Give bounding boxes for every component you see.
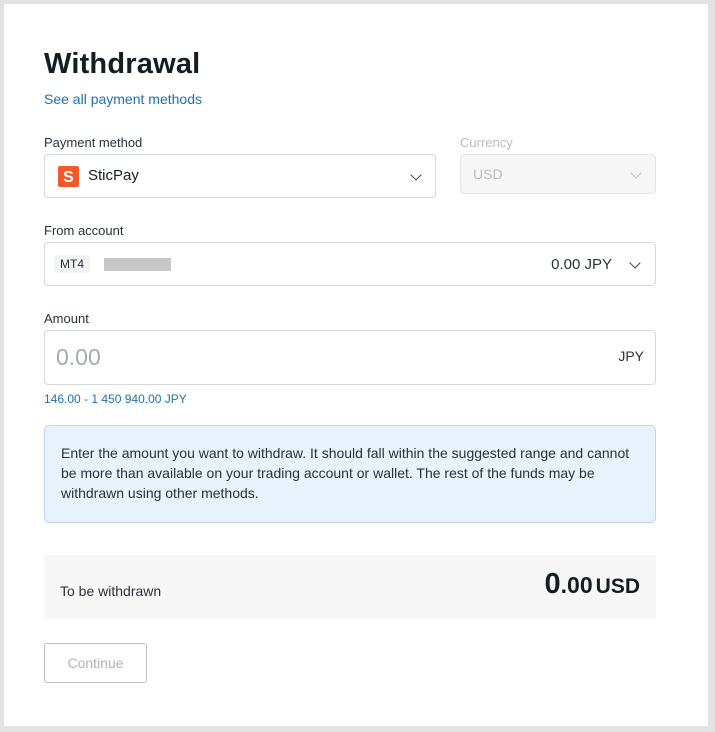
- svg-text:S: S: [63, 169, 74, 186]
- chevron-down-icon: [629, 257, 641, 269]
- platform-badge: MT4: [54, 255, 90, 273]
- continue-button[interactable]: Continue: [44, 643, 147, 683]
- payment-method-select[interactable]: S SticPay: [44, 154, 436, 198]
- from-account-select[interactable]: MT4 0.00 JPY: [44, 242, 656, 286]
- currency-value: USD: [473, 166, 503, 182]
- amount-label: Amount: [44, 311, 89, 326]
- chevron-down-icon: [630, 167, 642, 179]
- from-account-label: From account: [44, 223, 124, 238]
- amount-decimal: .00: [560, 572, 593, 598]
- withdrawal-summary: To be withdrawn 0.00 USD: [44, 555, 656, 619]
- payment-method-value: SticPay: [88, 167, 139, 184]
- amount-input[interactable]: 0.00 JPY: [44, 330, 656, 385]
- payment-method-label: Payment method: [44, 135, 143, 150]
- info-message: Enter the amount you want to withdraw. I…: [44, 425, 656, 523]
- chevron-down-icon: [410, 169, 422, 181]
- currency-select[interactable]: USD: [460, 154, 656, 194]
- withdrawal-card: Withdrawal See all payment methods Payme…: [4, 4, 708, 726]
- page-title: Withdrawal: [44, 48, 201, 80]
- to-be-withdrawn-amount: 0.00 USD: [545, 568, 640, 601]
- amount-currency: USD: [595, 575, 640, 598]
- see-all-payment-methods-link[interactable]: See all payment methods: [44, 91, 202, 107]
- amount-integer: 0: [544, 568, 561, 600]
- currency-label: Currency: [460, 135, 513, 150]
- amount-placeholder: 0.00: [56, 344, 101, 370]
- account-number-redacted: [104, 258, 171, 271]
- amount-currency-unit: JPY: [618, 348, 644, 364]
- account-balance: 0.00 JPY: [551, 256, 612, 273]
- sticpay-logo-icon: S: [58, 166, 79, 187]
- to-be-withdrawn-label: To be withdrawn: [60, 583, 162, 599]
- amount-range-hint: 146.00 - 1 450 940.00 JPY: [44, 392, 187, 406]
